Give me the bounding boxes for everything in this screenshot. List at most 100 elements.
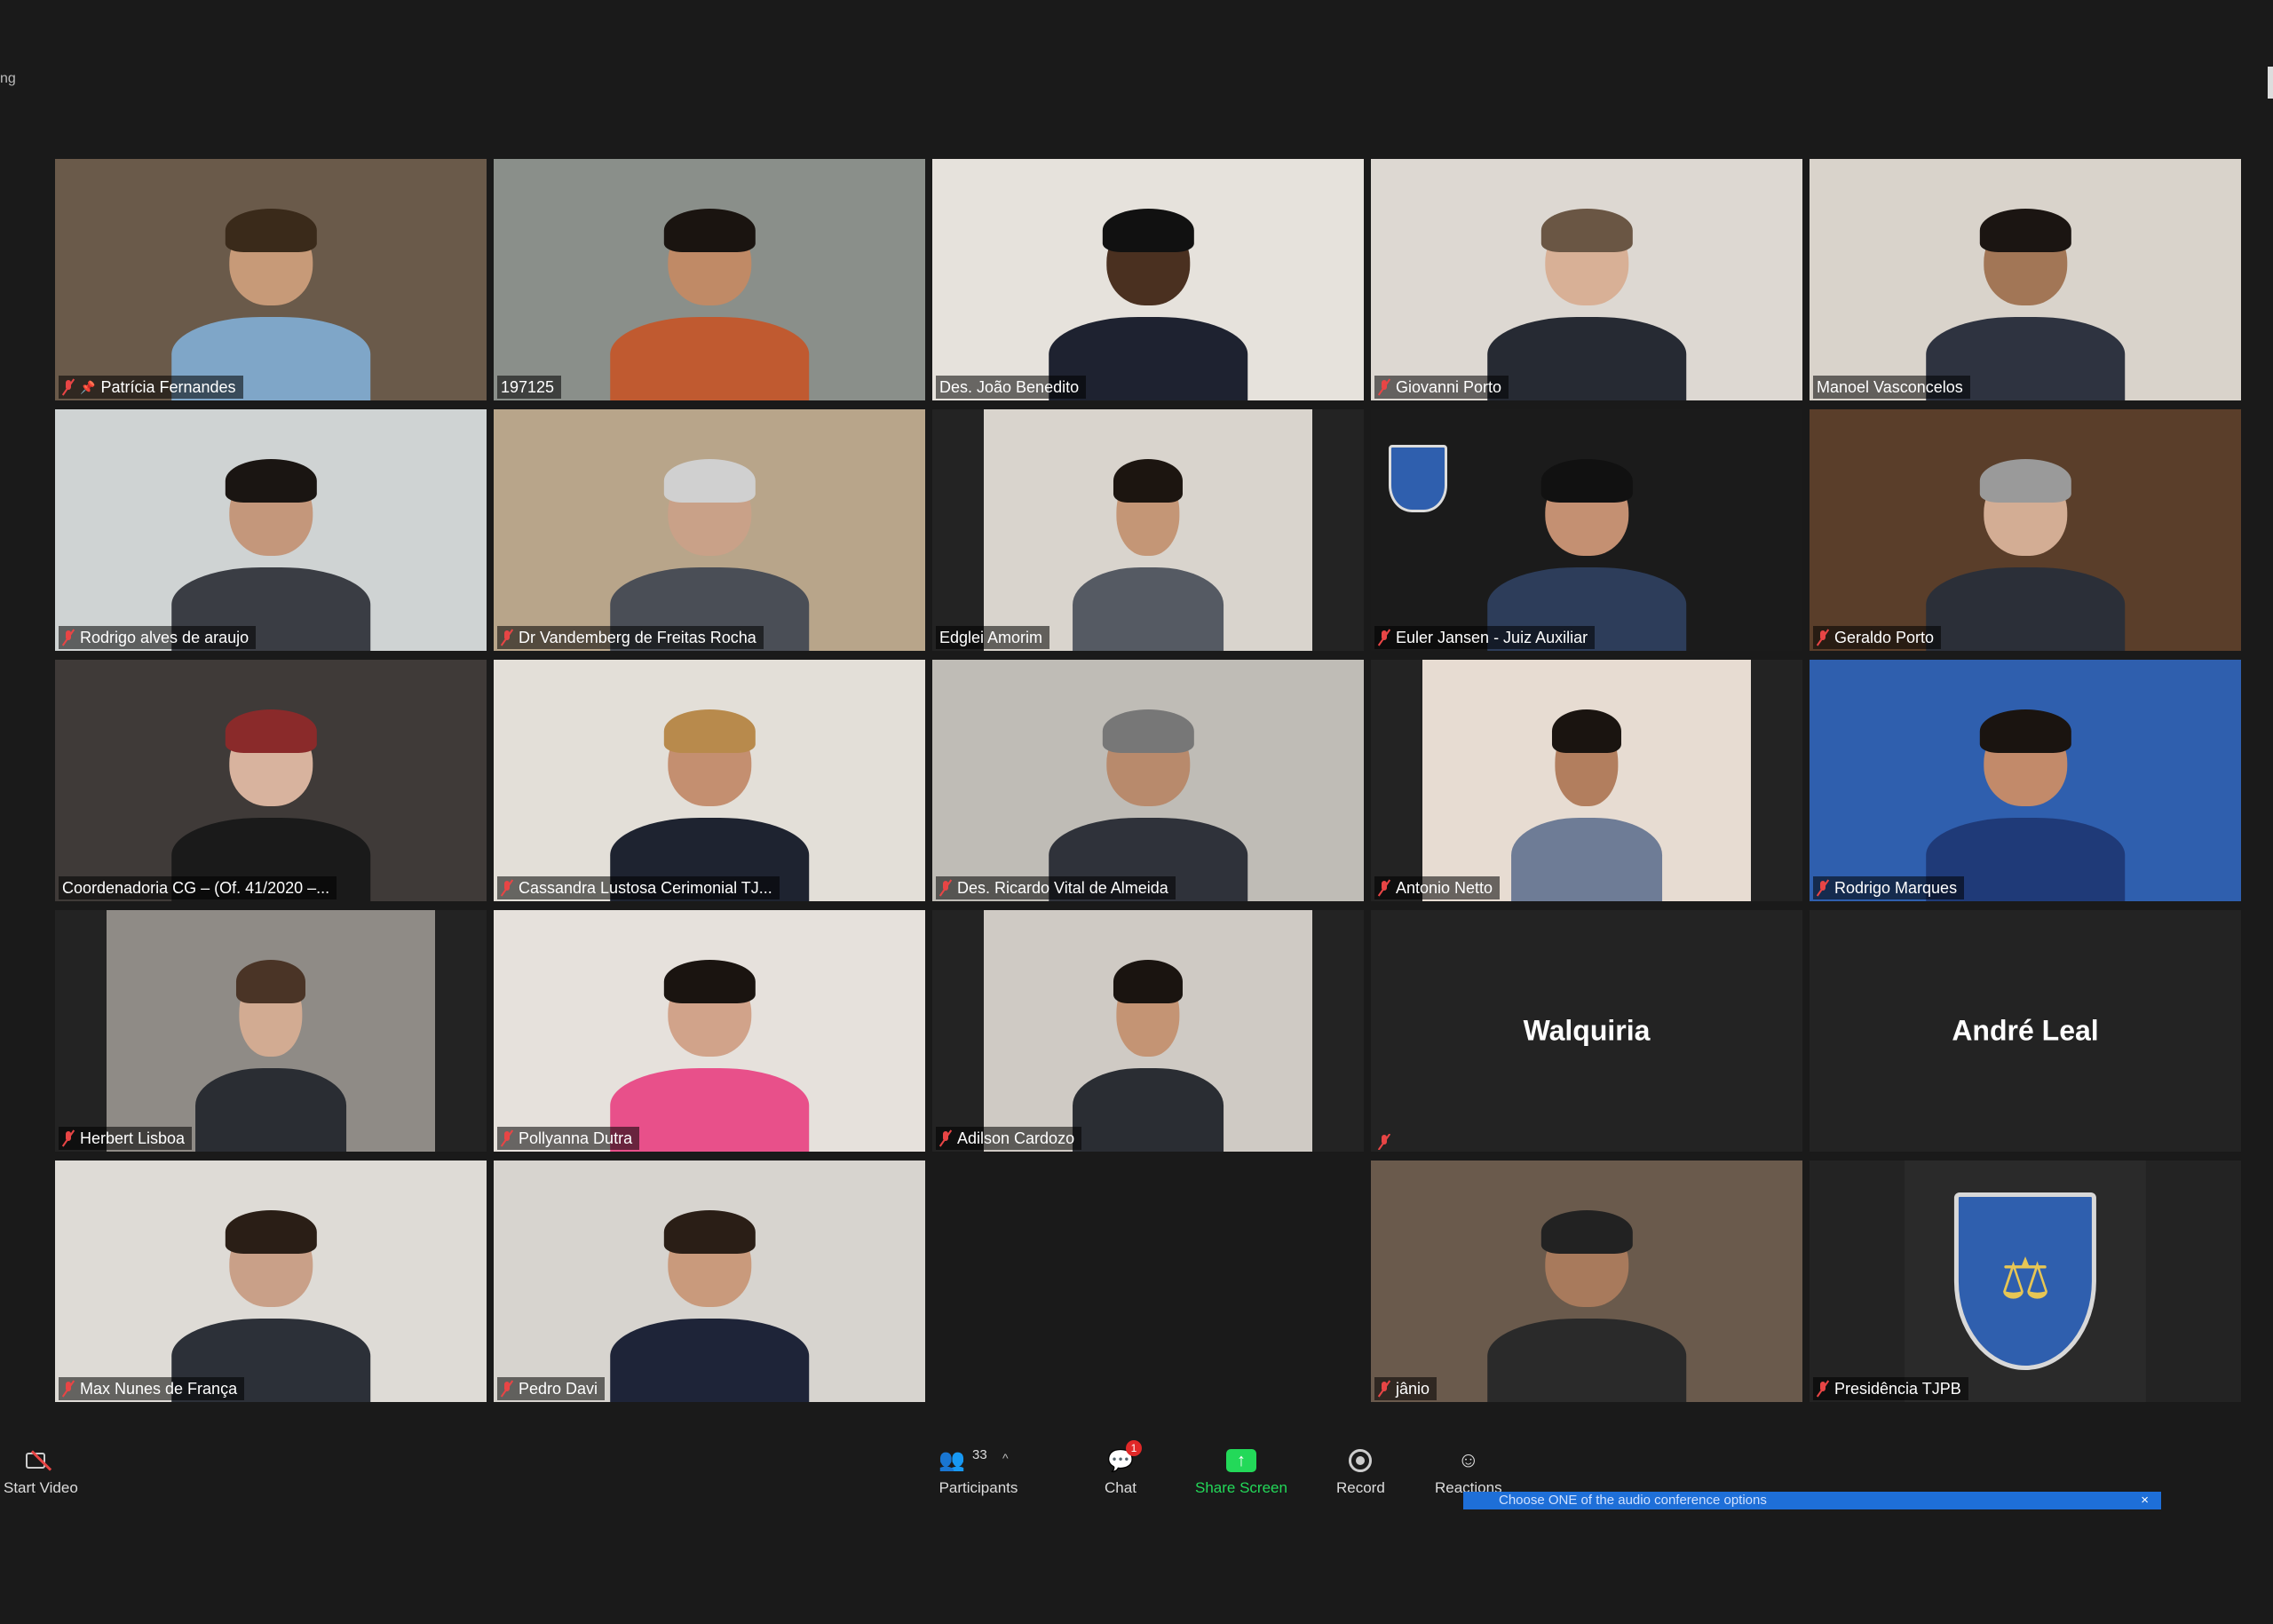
participant-tile[interactable]: André Leal xyxy=(1810,910,2241,1152)
participant-video xyxy=(494,1161,925,1402)
participants-icon: 👥 xyxy=(939,1448,965,1472)
participant-tile[interactable]: Herbert Lisboa xyxy=(55,910,487,1152)
reactions-button[interactable]: ☺ Reactions xyxy=(1435,1447,1502,1497)
participant-video xyxy=(107,910,435,1152)
share-screen-button[interactable]: ↑ Share Screen xyxy=(1195,1447,1287,1497)
participant-name-tag: Manoel Vasconcelos xyxy=(1813,376,1970,399)
participant-name-tag: Pedro Davi xyxy=(497,1377,606,1400)
participant-tile[interactable]: Giovanni Porto xyxy=(1371,159,1802,400)
participant-name-tag: Des. João Benedito xyxy=(936,376,1087,399)
video-off-icon xyxy=(25,1451,56,1470)
participant-tile[interactable]: jânio xyxy=(1371,1161,1802,1402)
participant-figure xyxy=(1926,703,2125,901)
mic-muted-icon xyxy=(1378,1134,1390,1150)
participant-figure xyxy=(1487,453,1686,651)
participant-tile[interactable]: Walquiria xyxy=(1371,910,1802,1152)
participant-tile[interactable]: Presidência TJPB xyxy=(1810,1161,2241,1402)
mic-muted-icon xyxy=(1817,1381,1829,1397)
participant-tile[interactable]: Manoel Vasconcelos xyxy=(1810,159,2241,400)
chevron-up-icon[interactable]: ^ xyxy=(1002,1451,1009,1465)
participant-name-tag: 197125 xyxy=(497,376,562,399)
participant-video xyxy=(55,660,487,901)
participant-name-tag: jânio xyxy=(1374,1377,1437,1400)
participant-figure xyxy=(1487,202,1686,400)
participant-tile[interactable]: Dr Vandemberg de Freitas Rocha xyxy=(494,409,925,651)
mic-muted-icon xyxy=(501,1130,513,1146)
record-button[interactable]: Record xyxy=(1336,1447,1385,1497)
participant-figure xyxy=(171,1204,370,1402)
participant-name-tag: Herbert Lisboa xyxy=(59,1127,193,1150)
close-icon[interactable]: × xyxy=(2141,1492,2149,1509)
participant-name: Des. Ricardo Vital de Almeida xyxy=(957,879,1168,897)
participant-name: Pollyanna Dutra xyxy=(519,1129,633,1147)
participant-name: Giovanni Porto xyxy=(1396,378,1502,396)
participant-tile[interactable]: Pedro Davi xyxy=(494,1161,925,1402)
mic-muted-icon xyxy=(1378,880,1390,896)
participant-name: Euler Jansen - Juiz Auxiliar xyxy=(1396,629,1588,646)
participant-name: Max Nunes de França xyxy=(80,1380,238,1398)
chat-button[interactable]: 💬 1 Chat xyxy=(1105,1440,1142,1497)
participant-tile[interactable]: Antonio Netto xyxy=(1371,660,1802,901)
participant-figure xyxy=(1926,453,2125,651)
tjpb-emblem-icon xyxy=(1389,445,1447,512)
window-edge-control[interactable] xyxy=(2268,67,2273,99)
participant-name: Des. João Benedito xyxy=(939,378,1080,396)
participant-tile[interactable]: Pollyanna Dutra xyxy=(494,910,925,1152)
participant-name: Patrícia Fernandes xyxy=(100,378,236,396)
participant-figure xyxy=(1049,202,1247,400)
participant-tile[interactable]: Adilson Cardozo xyxy=(932,910,1364,1152)
participant-tile[interactable]: Rodrigo Marques xyxy=(1810,660,2241,901)
participant-tile[interactable]: Edglei Amorim xyxy=(932,409,1364,651)
start-video-button[interactable]: Start Video xyxy=(4,1447,78,1497)
participant-tile[interactable]: Geraldo Porto xyxy=(1810,409,2241,651)
participant-tile[interactable]: 197125 xyxy=(494,159,925,400)
record-label: Record xyxy=(1336,1479,1385,1496)
participant-display-name: Walquiria xyxy=(1523,1014,1651,1047)
mic-muted-icon xyxy=(1817,880,1829,896)
tjpb-logo xyxy=(1904,1161,2147,1402)
audio-banner-text: Choose ONE of the audio conference optio… xyxy=(1499,1493,1767,1508)
mic-muted-icon xyxy=(501,880,513,896)
participant-video xyxy=(1371,1161,1802,1402)
mic-muted-icon xyxy=(62,379,75,395)
participant-video xyxy=(55,409,487,651)
participant-video xyxy=(984,910,1312,1152)
participant-name: jânio xyxy=(1396,1380,1430,1398)
mic-muted-icon xyxy=(501,630,513,646)
participant-name-tag: Antonio Netto xyxy=(1374,876,1501,899)
participant-tile[interactable]: Rodrigo alves de araujo xyxy=(55,409,487,651)
participant-tile[interactable]: Euler Jansen - Juiz Auxiliar xyxy=(1371,409,1802,651)
participant-name: Cassandra Lustosa Cerimonial TJ... xyxy=(519,879,772,897)
participant-name: Rodrigo alves de araujo xyxy=(80,629,249,646)
participant-video xyxy=(1810,159,2241,400)
coat-of-arms-icon xyxy=(1954,1192,2096,1370)
participant-name: Coordenadoria CG – (Of. 41/2020 –... xyxy=(62,879,330,897)
participant-tile[interactable]: Cassandra Lustosa Cerimonial TJ... xyxy=(494,660,925,901)
participant-tile[interactable]: Max Nunes de França xyxy=(55,1161,487,1402)
participant-video xyxy=(55,159,487,400)
mic-muted-icon xyxy=(1378,379,1390,395)
participant-figure xyxy=(171,703,370,901)
participant-tile[interactable]: 📌 Patrícia Fernandes xyxy=(55,159,487,400)
participant-video xyxy=(494,159,925,400)
participant-tile[interactable]: Des. Ricardo Vital de Almeida xyxy=(932,660,1364,901)
participant-name-tag: Rodrigo Marques xyxy=(1813,876,1965,899)
participants-button[interactable]: 👥 33 ^ Participants xyxy=(939,1447,1018,1497)
participant-video xyxy=(1810,409,2241,651)
participant-figure xyxy=(171,453,370,651)
participant-figure xyxy=(1049,703,1247,901)
participant-name: Geraldo Porto xyxy=(1834,629,1935,646)
participant-name: Antonio Netto xyxy=(1396,879,1493,897)
audio-options-banner[interactable]: Choose ONE of the audio conference optio… xyxy=(1463,1492,2161,1509)
participant-tile[interactable]: Des. João Benedito xyxy=(932,159,1364,400)
participant-name-tag: Rodrigo alves de araujo xyxy=(59,626,257,649)
participant-figure xyxy=(1926,202,2125,400)
participant-tile[interactable]: Coordenadoria CG – (Of. 41/2020 –... xyxy=(55,660,487,901)
participant-figure xyxy=(1487,1204,1686,1402)
participant-video xyxy=(932,660,1364,901)
participant-name-tag: Cassandra Lustosa Cerimonial TJ... xyxy=(497,876,780,899)
participant-tile xyxy=(932,1161,1364,1402)
participant-name-tag: Adilson Cardozo xyxy=(936,1127,1082,1150)
record-icon xyxy=(1349,1449,1373,1472)
participant-figure xyxy=(1073,954,1224,1152)
